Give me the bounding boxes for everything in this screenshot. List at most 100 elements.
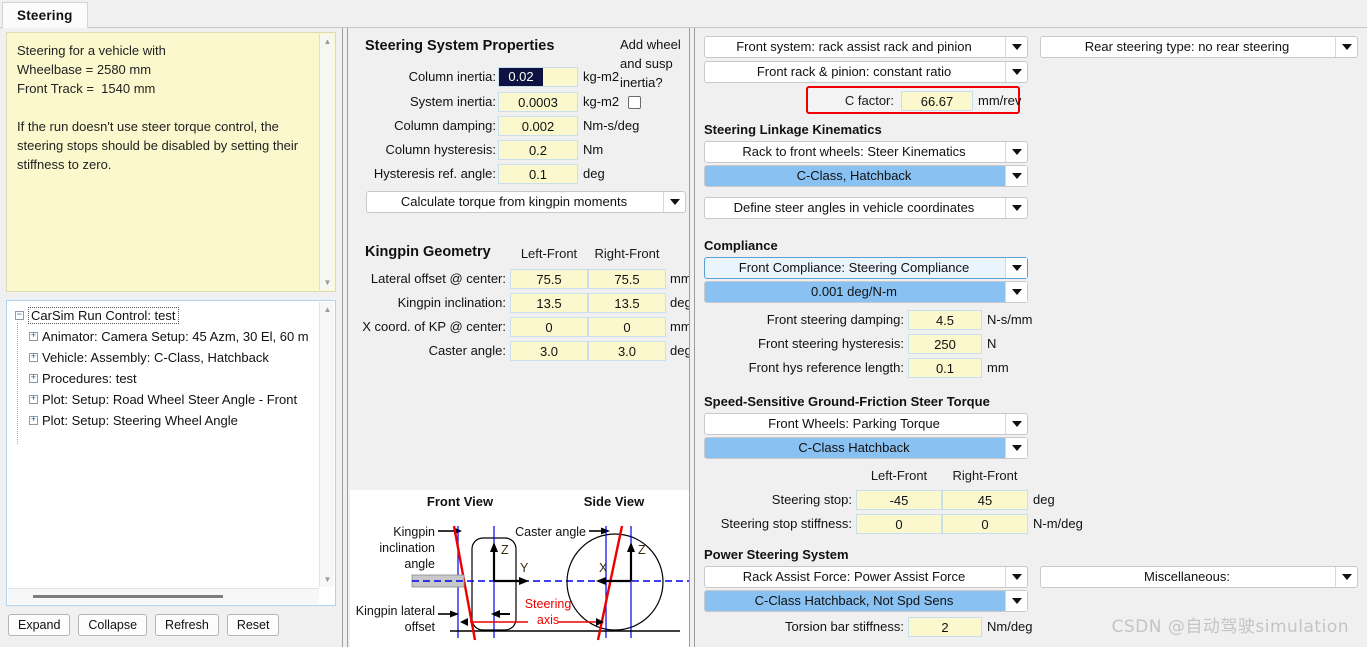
chevron-down-icon[interactable] [1005,258,1027,278]
front-steering-hysteresis-input[interactable]: 250 [908,334,982,354]
svg-text:Z: Z [638,543,646,557]
lateral-offset-left-input[interactable]: 75.5 [510,269,588,289]
expand-icon[interactable]: + [29,374,38,383]
chevron-down-icon[interactable] [663,192,685,212]
front-steering-damping-input[interactable]: 4.5 [908,310,982,330]
compliance-title: Compliance [704,238,778,253]
lateral-offset-label: Lateral offset @ center: [370,271,506,286]
lateral-offset-right-input[interactable]: 75.5 [588,269,666,289]
csdn-watermark: CSDN @自动驾驶simulation [1111,617,1349,637]
system-inertia-label: System inertia: [410,94,496,109]
parking-torque-dataset-dropdown[interactable]: C-Class Hatchback [704,437,1028,459]
kingpin-inclination-right-input[interactable]: 13.5 [588,293,666,313]
tree-button-row: Expand Collapse Refresh Reset [8,614,280,636]
front-rack-pinion-dropdown[interactable]: Front rack & pinion: constant ratio [704,61,1028,83]
tree-item-procedures[interactable]: + Procedures: test [13,368,319,389]
add-inertia-checkbox[interactable] [628,96,641,109]
chevron-down-icon[interactable] [1005,567,1027,587]
side-view-title: Side View [584,494,645,509]
steering-stop-right-input[interactable]: 45 [942,490,1028,510]
chevron-down-icon[interactable] [1335,37,1357,57]
chevron-down-icon[interactable] [1005,166,1027,186]
chevron-down-icon[interactable] [1005,37,1027,57]
scroll-up-icon[interactable]: ▲ [320,34,335,49]
x-coord-kp-left-input[interactable]: 0 [510,317,588,337]
scroll-thumb[interactable] [33,595,223,598]
hysteresis-ref-angle-input[interactable]: 0.1 [498,164,578,184]
rack-dataset-dropdown[interactable]: C-Class, Hatchback [704,165,1028,187]
chevron-down-icon[interactable] [1005,198,1027,218]
panel-splitter-left[interactable] [342,28,348,647]
svg-text:Caster angle: Caster angle [515,525,586,539]
front-hys-reference-length-input[interactable]: 0.1 [908,358,982,378]
diagram-svg: Front View Side View Kingpin inclination… [356,494,695,641]
run-control-tree[interactable]: − CarSim Run Control: test + Animator: C… [6,300,336,606]
column-inertia-input[interactable]: 0.02 [498,67,578,87]
tree-item-plot-road-wheel[interactable]: + Plot: Setup: Road Wheel Steer Angle - … [13,389,319,410]
column-inertia-value: 0.02 [508,69,534,84]
column-damping-label: Column damping: [394,118,496,133]
expand-icon[interactable]: + [29,332,38,341]
front-compliance-dropdown[interactable]: Front Compliance: Steering Compliance [704,257,1028,279]
front-system-dropdown[interactable]: Front system: rack assist rack and pinio… [704,36,1028,58]
reset-button[interactable]: Reset [226,614,280,636]
steering-stop-left-input[interactable]: -45 [856,490,942,510]
right-panel: Front system: rack assist rack and pinio… [696,28,1367,647]
panel-splitter-right[interactable] [689,28,695,647]
torque-mode-dropdown[interactable]: Calculate torque from kingpin moments [366,191,686,213]
chevron-down-icon[interactable] [1005,62,1027,82]
tree-root-label: CarSim Run Control: test [28,307,179,324]
tab-steering[interactable]: Steering [2,2,88,29]
expand-icon[interactable]: + [29,353,38,362]
chevron-down-icon[interactable] [1005,282,1027,302]
scroll-down-icon[interactable]: ▼ [320,572,335,587]
miscellaneous-dropdown[interactable]: Miscellaneous: [1040,566,1358,588]
chevron-down-icon[interactable] [1005,414,1027,434]
rack-assist-dataset-dropdown[interactable]: C-Class Hatchback, Not Spd Sens [704,590,1028,612]
chevron-down-icon[interactable] [1005,142,1027,162]
column-hysteresis-label: Column hysteresis: [385,142,496,157]
rack-to-front-wheels-dropdown[interactable]: Rack to front wheels: Steer Kinematics [704,141,1028,163]
svg-text:inclination: inclination [379,541,435,555]
rack-assist-dataset-value: C-Class Hatchback, Not Spd Sens [754,593,954,608]
collapse-icon[interactable]: − [15,311,24,320]
notes-scrollbar[interactable]: ▲ ▼ [319,34,334,290]
chevron-down-icon[interactable] [1005,438,1027,458]
hysteresis-ref-angle-label: Hysteresis ref. angle: [373,166,496,181]
tree-item-plot-steering-wheel[interactable]: + Plot: Setup: Steering Wheel Angle [13,410,319,431]
c-factor-input[interactable]: 66.67 [901,91,973,111]
column-hysteresis-input[interactable]: 0.2 [498,140,578,160]
chevron-down-icon[interactable] [1335,567,1357,587]
rear-steering-type-dropdown[interactable]: Rear steering type: no rear steering [1040,36,1358,58]
torsion-bar-stiffness-input[interactable]: 2 [908,617,982,637]
scroll-up-icon[interactable]: ▲ [320,302,335,317]
collapse-button[interactable]: Collapse [78,614,148,636]
chevron-down-icon[interactable] [1005,591,1027,611]
steering-stop-stiffness-left-input[interactable]: 0 [856,514,942,534]
scroll-down-icon[interactable]: ▼ [320,275,335,290]
expand-icon[interactable]: + [29,416,38,425]
front-hys-reference-length-label: Front hys reference length: [748,360,904,375]
svg-text:Steering: Steering [525,597,572,611]
define-steer-angles-dropdown[interactable]: Define steer angles in vehicle coordinat… [704,197,1028,219]
refresh-button[interactable]: Refresh [155,614,219,636]
caster-angle-right-input[interactable]: 3.0 [588,341,666,361]
tree-item-vehicle[interactable]: + Vehicle: Assembly: C-Class, Hatchback [13,347,319,368]
kingpin-inclination-left-input[interactable]: 13.5 [510,293,588,313]
tab-strip: Steering [0,0,1367,29]
rack-assist-force-dropdown[interactable]: Rack Assist Force: Power Assist Force [704,566,1028,588]
column-damping-input[interactable]: 0.002 [498,116,578,136]
x-coord-kp-right-input[interactable]: 0 [588,317,666,337]
expand-icon[interactable]: + [29,395,38,404]
front-compliance-dataset-dropdown[interactable]: 0.001 deg/N-m [704,281,1028,303]
expand-button[interactable]: Expand [8,614,71,636]
caster-angle-left-input[interactable]: 3.0 [510,341,588,361]
tree-item-animator[interactable]: + Animator: Camera Setup: 45 Azm, 30 El,… [13,326,319,347]
parking-torque-dropdown[interactable]: Front Wheels: Parking Torque [704,413,1028,435]
tree-vertical-scrollbar[interactable]: ▲ ▼ [319,302,334,587]
steering-stop-stiffness-right-input[interactable]: 0 [942,514,1028,534]
tree-root-node[interactable]: − CarSim Run Control: test [13,305,319,326]
system-inertia-input[interactable]: 0.0003 [498,92,578,112]
kingpin-inclination-label: Kingpin inclination: [397,295,506,310]
tree-horizontal-scrollbar[interactable] [8,588,319,604]
